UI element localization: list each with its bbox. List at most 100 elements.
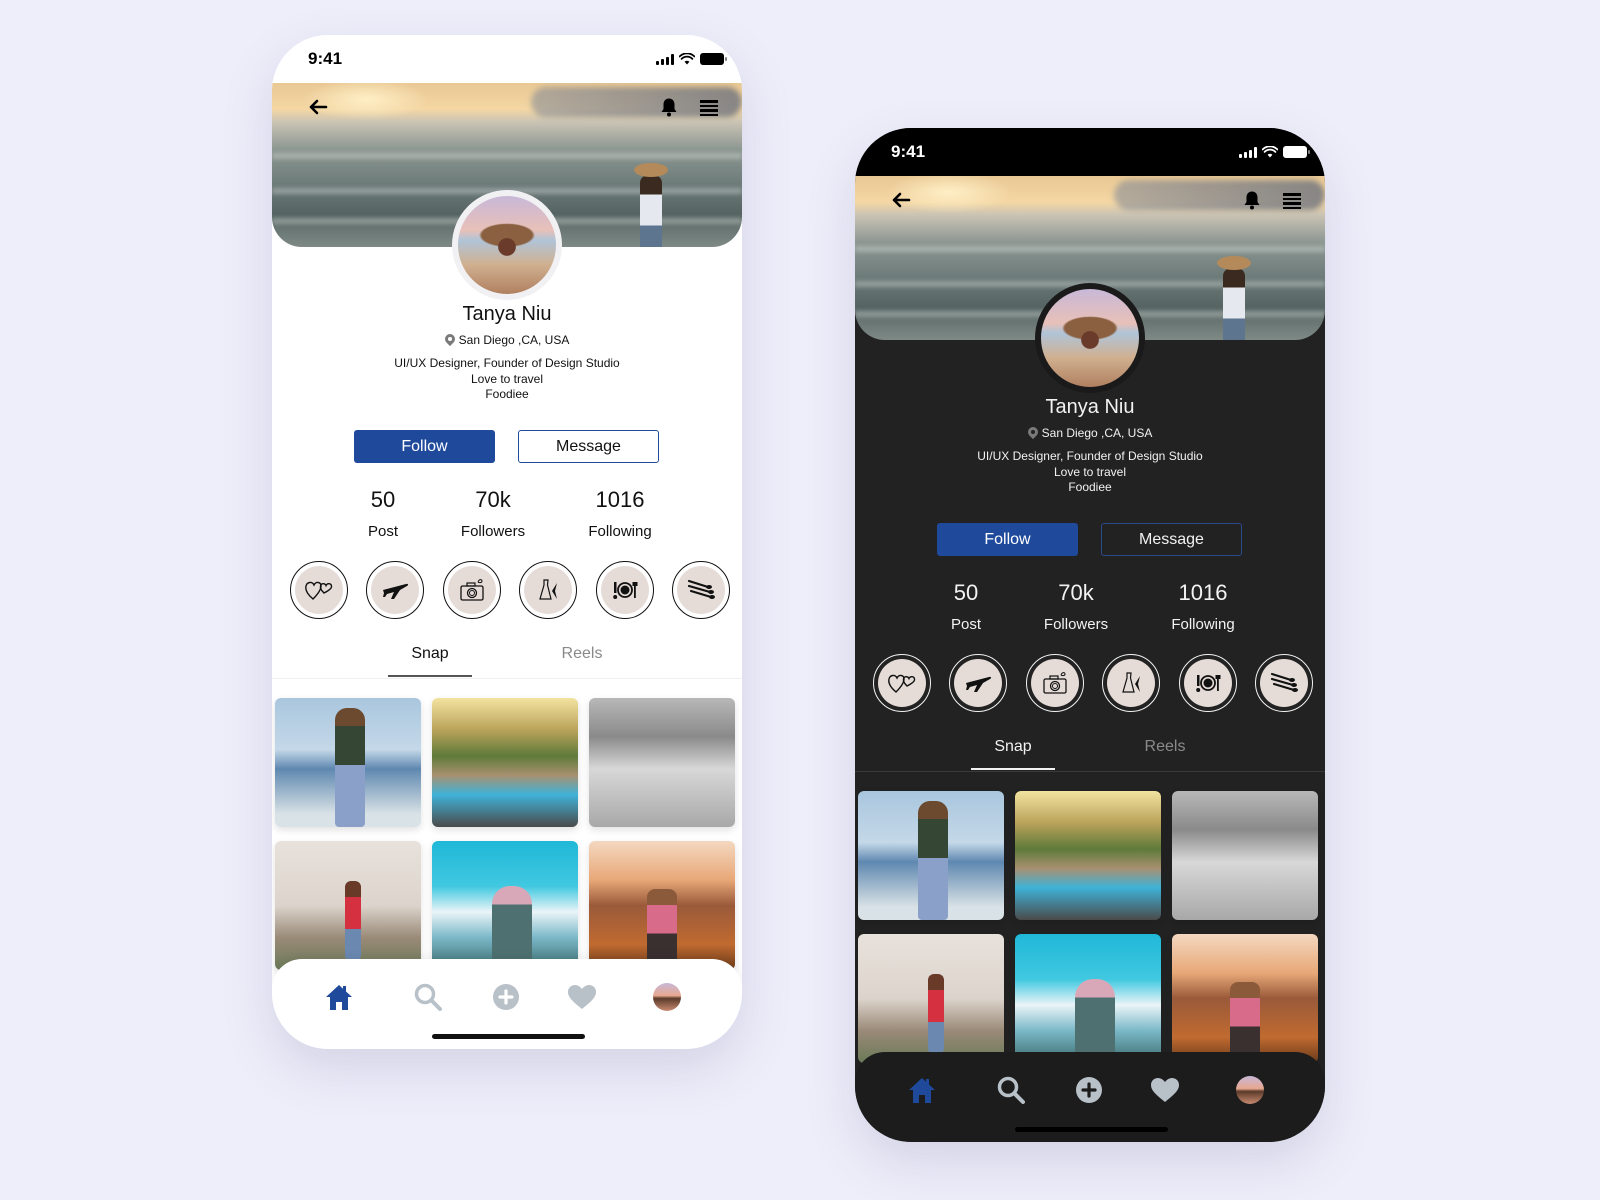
story-highlights bbox=[290, 561, 730, 619]
stat-label: Following bbox=[588, 523, 652, 540]
profile-avatar[interactable] bbox=[1035, 283, 1145, 393]
menu-icon[interactable] bbox=[1283, 193, 1301, 209]
profile-bio: UI/UX Designer, Founder of Design Studio… bbox=[855, 449, 1325, 496]
highlight-photography[interactable] bbox=[1025, 654, 1084, 712]
photo-thumbnail[interactable] bbox=[589, 841, 735, 970]
home-indicator[interactable] bbox=[1015, 1127, 1168, 1132]
tab-reels[interactable]: Reels bbox=[1123, 738, 1207, 756]
stat-followers[interactable]: 70k Followers bbox=[433, 487, 553, 540]
stat-value: 70k bbox=[1058, 580, 1094, 605]
nav-search[interactable] bbox=[995, 1074, 1027, 1106]
camera-icon bbox=[447, 566, 496, 614]
photo-thumbnail[interactable] bbox=[275, 841, 421, 970]
highlight-love[interactable] bbox=[290, 561, 348, 619]
follow-button[interactable]: Follow bbox=[354, 430, 495, 463]
nav-profile[interactable] bbox=[1234, 1074, 1266, 1106]
stat-posts[interactable]: 50 Post bbox=[323, 487, 443, 540]
bio-line: Love to travel bbox=[1053, 464, 1127, 479]
stat-value: 1016 bbox=[1178, 580, 1228, 605]
stat-label: Following bbox=[1171, 616, 1235, 633]
dress-icon bbox=[1107, 659, 1156, 707]
stat-following[interactable]: 1016 Following bbox=[1143, 580, 1263, 633]
camera-icon bbox=[1030, 659, 1079, 707]
stat-value: 1016 bbox=[595, 487, 645, 512]
photo-thumbnail[interactable] bbox=[432, 841, 578, 970]
content-tabs: Snap Reels bbox=[272, 645, 742, 679]
photo-grid bbox=[858, 791, 1322, 1063]
stat-following[interactable]: 1016 Following bbox=[560, 487, 680, 540]
tab-snap[interactable]: Snap bbox=[971, 738, 1055, 770]
highlight-love[interactable] bbox=[873, 654, 931, 712]
message-button[interactable]: Message bbox=[518, 430, 659, 463]
location-pin-icon bbox=[445, 334, 455, 347]
menu-icon[interactable] bbox=[700, 100, 718, 116]
highlight-travel[interactable] bbox=[949, 654, 1008, 712]
back-arrow-icon[interactable] bbox=[308, 97, 328, 119]
profile-avatar-icon bbox=[653, 983, 681, 1011]
highlight-food[interactable] bbox=[1178, 654, 1237, 712]
bio-line: UI/UX Designer, Founder of Design Studio bbox=[977, 449, 1203, 463]
message-button[interactable]: Message bbox=[1101, 523, 1242, 556]
home-icon bbox=[909, 1078, 935, 1103]
photo-thumbnail[interactable] bbox=[1172, 791, 1318, 920]
battery-icon bbox=[1283, 146, 1310, 158]
highlight-fashion[interactable] bbox=[519, 561, 578, 619]
tab-reels[interactable]: Reels bbox=[540, 645, 624, 663]
home-indicator[interactable] bbox=[432, 1034, 585, 1039]
add-icon bbox=[493, 984, 519, 1010]
hearts-icon bbox=[878, 659, 926, 707]
signal-icon bbox=[656, 53, 674, 65]
nav-profile[interactable] bbox=[651, 981, 683, 1013]
nav-add-post[interactable] bbox=[490, 981, 522, 1013]
phone-screen-dark: 9:41 Tanya Niu San Diego ,CA, USA UI/UX … bbox=[855, 128, 1325, 1142]
profile-avatar[interactable] bbox=[452, 190, 562, 300]
location-text: San Diego ,CA, USA bbox=[458, 333, 570, 347]
highlight-fashion[interactable] bbox=[1102, 654, 1161, 712]
highlight-food[interactable] bbox=[595, 561, 654, 619]
photo-grid bbox=[275, 698, 739, 970]
highlight-beauty[interactable] bbox=[1254, 654, 1313, 712]
content-tabs: Snap Reels bbox=[855, 738, 1325, 772]
photo-thumbnail[interactable] bbox=[432, 698, 578, 827]
dining-icon bbox=[1183, 659, 1232, 707]
search-icon bbox=[997, 1076, 1025, 1104]
profile-name: Tanya Niu bbox=[462, 303, 552, 325]
stat-followers[interactable]: 70k Followers bbox=[1016, 580, 1136, 633]
status-icons bbox=[1239, 146, 1310, 158]
profile-location: San Diego ,CA, USA bbox=[272, 333, 742, 347]
nav-home[interactable] bbox=[323, 981, 355, 1013]
airplane-icon bbox=[954, 659, 1003, 707]
back-arrow-icon[interactable] bbox=[891, 190, 911, 212]
nav-add-post[interactable] bbox=[1073, 1074, 1105, 1106]
stat-value: 70k bbox=[475, 487, 511, 512]
stat-posts[interactable]: 50 Post bbox=[906, 580, 1026, 633]
photo-thumbnail[interactable] bbox=[1015, 934, 1161, 1063]
highlight-travel[interactable] bbox=[366, 561, 425, 619]
stat-value: 50 bbox=[953, 580, 979, 605]
nav-home[interactable] bbox=[906, 1074, 938, 1106]
photo-thumbnail[interactable] bbox=[1015, 791, 1161, 920]
photo-thumbnail[interactable] bbox=[858, 791, 1004, 920]
photo-thumbnail[interactable] bbox=[275, 698, 421, 827]
highlight-photography[interactable] bbox=[442, 561, 501, 619]
bell-icon[interactable] bbox=[1243, 190, 1261, 214]
stat-label: Post bbox=[367, 523, 398, 540]
home-icon bbox=[326, 985, 352, 1010]
follow-button[interactable]: Follow bbox=[937, 523, 1078, 556]
highlight-beauty[interactable] bbox=[671, 561, 730, 619]
photo-thumbnail[interactable] bbox=[858, 934, 1004, 1063]
photo-thumbnail[interactable] bbox=[1172, 934, 1318, 1063]
profile-avatar-icon bbox=[1236, 1076, 1264, 1104]
nav-activity[interactable] bbox=[566, 981, 598, 1013]
tab-snap[interactable]: Snap bbox=[388, 645, 472, 677]
location-pin-icon bbox=[1028, 427, 1038, 440]
bio-line: Foodiee bbox=[485, 387, 529, 401]
nav-activity[interactable] bbox=[1149, 1074, 1181, 1106]
wifi-icon bbox=[1262, 146, 1278, 158]
profile-name: Tanya Niu bbox=[1045, 396, 1135, 418]
nav-search[interactable] bbox=[412, 981, 444, 1013]
airplane-icon bbox=[371, 566, 420, 614]
photo-thumbnail[interactable] bbox=[589, 698, 735, 827]
bell-icon[interactable] bbox=[660, 97, 678, 121]
stat-label: Post bbox=[950, 616, 981, 633]
